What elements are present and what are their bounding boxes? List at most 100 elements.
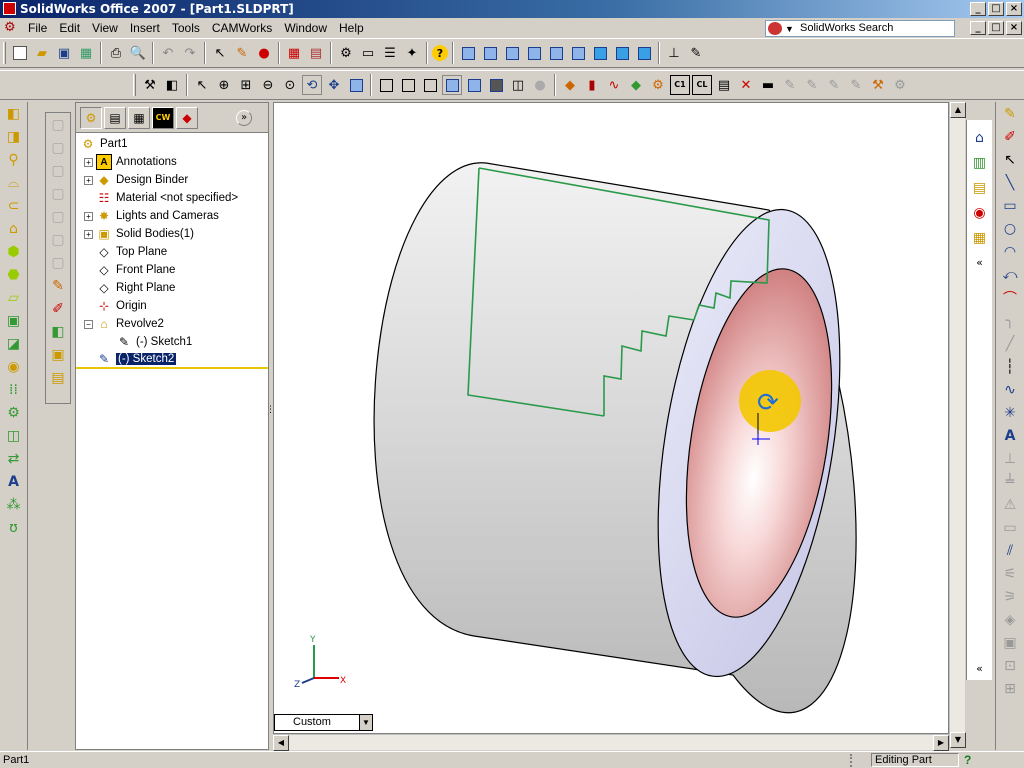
zoom-to-area-icon[interactable]: ⊞ xyxy=(236,75,256,95)
chevron-down-icon[interactable]: ▼ xyxy=(359,715,372,730)
new-document-icon[interactable] xyxy=(10,43,30,63)
rectangle-icon[interactable]: ▭ xyxy=(999,194,1021,217)
collapse-taskpane-icon[interactable]: « xyxy=(969,251,991,274)
collapse-taskpane-bottom-icon[interactable]: « xyxy=(969,657,991,680)
camworks-cl-icon[interactable]: CL xyxy=(692,75,712,95)
camworks-report-icon[interactable]: ▬ xyxy=(758,75,778,95)
tree-item-right-plane[interactable]: ◇ Right Plane xyxy=(76,279,268,297)
section-view-icon[interactable]: ◧ xyxy=(162,75,182,95)
centerline-icon[interactable]: ╱ xyxy=(999,332,1021,355)
sketch-icon[interactable]: ✎ xyxy=(999,102,1021,125)
file-explorer-icon[interactable]: ▤ xyxy=(969,176,991,199)
tree-item-design-binder[interactable]: + ◆ Design Binder xyxy=(76,171,268,189)
rib-icon[interactable]: ▱ xyxy=(3,286,25,309)
camworks-c1-icon[interactable]: C1 xyxy=(670,75,690,95)
draft-icon[interactable]: ◪ xyxy=(3,332,25,355)
home-icon[interactable]: ⌂ xyxy=(969,126,991,149)
line-icon[interactable]: ╲ xyxy=(999,171,1021,194)
camworks-generate-icon[interactable]: ⚙ xyxy=(648,75,668,95)
vertical-scrollbar[interactable]: ▲ ▼ xyxy=(949,102,966,748)
camworks-post-icon[interactable]: ⚒ xyxy=(868,75,888,95)
lofted-boss-icon[interactable]: ⌓ xyxy=(3,171,25,194)
menu-view[interactable]: View xyxy=(86,21,124,35)
expand-tabs-icon[interactable]: » xyxy=(236,109,252,126)
rotate-view-icon[interactable]: ⟲ xyxy=(302,75,322,95)
zoom-to-selection-icon[interactable]: ⊙ xyxy=(280,75,300,95)
offset-entities-icon[interactable]: ⫽ xyxy=(999,539,1021,562)
minimize-button[interactable]: _ xyxy=(970,2,986,16)
view-orientation-select[interactable]: Custom ▼ xyxy=(274,714,373,731)
3d-view-icon[interactable] xyxy=(346,75,366,95)
close-button[interactable]: × xyxy=(1006,2,1022,16)
normal-to-icon[interactable]: ⊥ xyxy=(664,43,684,63)
wireframe-icon[interactable] xyxy=(376,75,396,95)
view-right-icon[interactable] xyxy=(524,43,544,63)
sketch-plane-icon[interactable]: ◧ xyxy=(47,320,69,343)
brick-icon[interactable]: ▤ xyxy=(306,43,326,63)
hole-wizard-icon[interactable]: ◉ xyxy=(3,355,25,378)
tangent-arc-icon[interactable]: ⤺ xyxy=(999,263,1021,286)
plane-sketch-icon[interactable]: ⊥ xyxy=(999,447,1021,470)
revolved-boss-icon[interactable]: ◨ xyxy=(3,125,25,148)
chamfer-icon[interactable]: ⬣ xyxy=(3,263,25,286)
feature-scope-icon[interactable]: ▣ xyxy=(47,343,69,366)
menu-camworks[interactable]: CAMWorks xyxy=(206,21,278,35)
view-front-icon[interactable] xyxy=(458,43,478,63)
search-results-icon[interactable]: ◉ xyxy=(969,201,991,224)
scroll-down-icon[interactable]: ▼ xyxy=(950,732,966,748)
revolved-cut-icon[interactable]: ⌂ xyxy=(3,217,25,240)
zoom-in-out-icon[interactable]: ⊖ xyxy=(258,75,278,95)
pan-icon[interactable]: ✥ xyxy=(324,75,344,95)
mirror-icon[interactable]: ◫ xyxy=(3,424,25,447)
view-isometric-icon[interactable] xyxy=(590,43,610,63)
view-dimetric-icon[interactable] xyxy=(634,43,654,63)
open-folder-icon[interactable]: ▰ xyxy=(32,43,52,63)
traffic-light-icon[interactable]: ● xyxy=(254,43,274,63)
extruded-cut-icon[interactable]: ⊂ xyxy=(3,194,25,217)
graphics-viewport[interactable]: ⟳ Y X Z xyxy=(273,102,949,734)
scroll-right-icon[interactable]: ▶ xyxy=(933,735,949,751)
tree-item-origin[interactable]: ⊹ Origin xyxy=(76,297,268,315)
circular-pattern-icon[interactable]: ⚙ xyxy=(3,401,25,424)
panel-splitter-handle[interactable]: ⋮ xyxy=(266,400,275,420)
smart-dimension-icon[interactable]: ✐ xyxy=(999,125,1021,148)
scroll-up-icon[interactable]: ▲ xyxy=(950,102,966,118)
solidworks-logo-icon[interactable]: ⚙ xyxy=(4,20,20,36)
tree-item-annotations[interactable]: + A Annotations xyxy=(76,153,268,171)
tree-item-lights-cameras[interactable]: + ✸ Lights and Cameras xyxy=(76,207,268,225)
make-drawing-icon[interactable]: ▦ xyxy=(76,43,96,63)
view-bottom-icon[interactable] xyxy=(568,43,588,63)
doc-minimize-button[interactable]: _ xyxy=(970,21,986,35)
view-palette-icon[interactable]: ▦ xyxy=(969,226,991,249)
realview-icon[interactable]: ● xyxy=(530,75,550,95)
sketch-select-icon[interactable]: ↖ xyxy=(999,148,1021,171)
help-question-icon[interactable]: ? xyxy=(432,45,448,61)
status-help-icon[interactable]: ? xyxy=(964,752,980,768)
section-icon[interactable]: ◫ xyxy=(508,75,528,95)
tree-item-top-plane[interactable]: ◇ Top Plane xyxy=(76,243,268,261)
tree-item-material[interactable]: ☷ Material <not specified> xyxy=(76,189,268,207)
menu-insert[interactable]: Insert xyxy=(124,21,166,35)
text-icon[interactable]: A xyxy=(3,470,25,493)
grid-icon[interactable]: ▦ xyxy=(284,43,304,63)
sketch-edit-icon[interactable]: ✎ xyxy=(47,274,69,297)
search-dropdown-icon[interactable]: ▼ xyxy=(785,22,794,37)
tab-camworks[interactable]: CW xyxy=(152,106,174,129)
select-arrow-icon[interactable]: ↖ xyxy=(210,43,230,63)
circle-icon[interactable]: ○ xyxy=(999,217,1021,240)
smart-dimension-icon[interactable]: ✐ xyxy=(47,297,69,320)
doc-restore-button[interactable]: □ xyxy=(988,21,1004,35)
tab-dimxpert[interactable]: ◆ xyxy=(176,106,198,129)
sketch-fillet-icon[interactable]: ╮ xyxy=(999,309,1021,332)
zoom-to-fit-icon[interactable]: ⊕ xyxy=(214,75,234,95)
rebuild-icon[interactable]: ✎ xyxy=(232,43,252,63)
pin-icon[interactable]: ✦ xyxy=(402,43,422,63)
extruded-boss-icon[interactable]: ◧ xyxy=(3,102,25,125)
camworks-delete-icon[interactable]: ✕ xyxy=(736,75,756,95)
camworks-operation-icon[interactable]: ▮ xyxy=(582,75,602,95)
menu-edit[interactable]: Edit xyxy=(53,21,86,35)
redo-icon[interactable]: ↷ xyxy=(180,43,200,63)
tree-item-sketch1[interactable]: ✎ (-) Sketch1 xyxy=(76,333,268,351)
menu-tools[interactable]: Tools xyxy=(166,21,206,35)
camworks-toolpath-icon[interactable]: ◆ xyxy=(626,75,646,95)
